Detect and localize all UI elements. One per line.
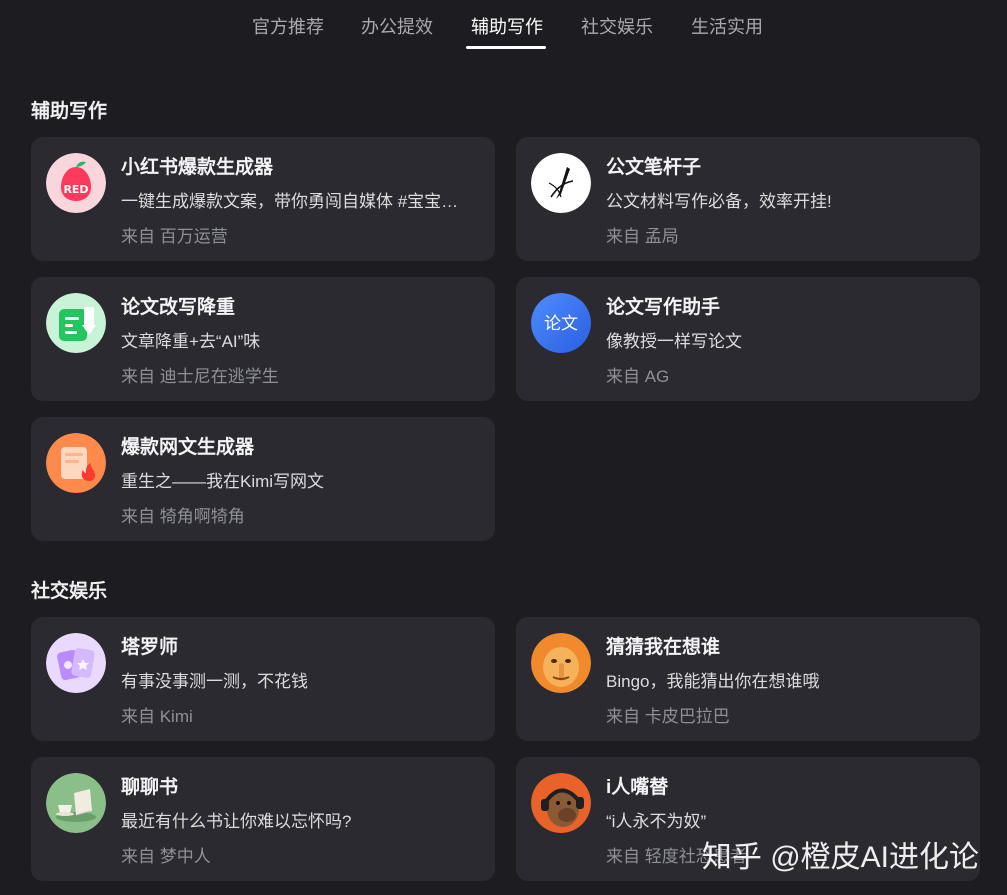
bot-name: 论文改写降重	[121, 297, 236, 318]
red-pear-icon: RED	[46, 153, 106, 213]
tab-writing[interactable]: 辅助写作	[471, 14, 543, 40]
book-teacup-icon	[46, 773, 106, 833]
bot-name: 小红书爆款生成器	[121, 157, 274, 178]
bot-description: 像教授一样写论文	[606, 332, 742, 351]
bot-description: Bingo，我能猜出你在想谁哦	[606, 672, 820, 691]
bot-description: 重生之——我在Kimi写网文	[121, 472, 325, 491]
bot-card[interactable]: 公文笔杆子 公文材料写作必备，效率开挂! 来自 孟局	[516, 137, 980, 261]
headphone-capybara-icon	[531, 773, 591, 833]
bot-source: 来自 卡皮巴拉巴	[606, 707, 730, 726]
bot-source: 来自 百万运营	[121, 227, 228, 246]
bot-name: 公文笔杆子	[606, 157, 702, 178]
tab-office[interactable]: 办公提效	[361, 14, 433, 40]
bot-description: 公文材料写作必备，效率开挂!	[606, 192, 832, 211]
bot-description: 文章降重+去“AI”味	[121, 332, 261, 351]
bot-source: 来自 AG	[606, 367, 670, 386]
active-tab-indicator	[466, 46, 546, 49]
tab-social[interactable]: 社交娱乐	[581, 14, 653, 40]
bot-card[interactable]: 论文 论文写作助手 像教授一样写论文 来自 AG	[516, 277, 980, 401]
tab-life[interactable]: 生活实用	[691, 14, 763, 40]
bot-card[interactable]: 猜猜我在想谁 Bingo，我能猜出你在想谁哦 来自 卡皮巴拉巴	[516, 617, 980, 741]
bot-card[interactable]: 塔罗师 有事没事测一测，不花钱 来自 Kimi	[31, 617, 495, 741]
bot-name: 爆款网文生成器	[121, 437, 255, 458]
watermark: 知乎 @橙皮AI进化论	[701, 841, 979, 874]
bot-name: 论文写作助手	[606, 297, 721, 318]
bot-description: 一键生成爆款文案，带你勇闯自媒体 #宝宝…	[121, 192, 459, 211]
bot-card[interactable]: 爆款网文生成器 重生之——我在Kimi写网文 来自 犄角啊犄角	[31, 417, 495, 541]
lunwen-badge-icon: 论文	[531, 293, 591, 353]
bot-source: 来自 孟局	[606, 227, 679, 246]
tarot-cards-icon	[46, 633, 106, 693]
category-tabs: 官方推荐 办公提效 辅助写作 社交娱乐 生活实用	[0, 0, 1007, 52]
bot-name: 聊聊书	[121, 777, 179, 798]
document-download-icon	[46, 293, 106, 353]
section-title-social: 社交娱乐	[31, 581, 108, 602]
bot-name: 塔罗师	[121, 637, 179, 658]
lunwen-badge-label: 论文	[544, 314, 578, 334]
bot-name: i人嘴替	[606, 777, 669, 798]
bot-source: 来自 迪士尼在逃学生	[121, 367, 279, 386]
bot-source: 来自 梦中人	[121, 847, 211, 866]
tab-official[interactable]: 官方推荐	[252, 14, 324, 40]
bot-card[interactable]: RED 小红书爆款生成器 一键生成爆款文案，带你勇闯自媒体 #宝宝… 来自 百万…	[31, 137, 495, 261]
bot-source: 来自 Kimi	[121, 707, 193, 726]
bot-name: 猜猜我在想谁	[606, 637, 721, 658]
svg-text:RED: RED	[63, 183, 88, 196]
section-title-writing: 辅助写作	[31, 101, 108, 122]
pen-nib-icon	[531, 153, 591, 213]
shush-face-icon	[531, 633, 591, 693]
bot-source: 来自 犄角啊犄角	[121, 507, 245, 526]
bot-card[interactable]: 论文改写降重 文章降重+去“AI”味 来自 迪士尼在逃学生	[31, 277, 495, 401]
bot-description: 有事没事测一测，不花钱	[121, 672, 308, 691]
bot-description: “i人永不为奴”	[606, 812, 707, 831]
book-fire-icon	[46, 433, 106, 493]
bot-description: 最近有什么书让你难以忘怀吗?	[121, 812, 352, 831]
bot-card[interactable]: 聊聊书 最近有什么书让你难以忘怀吗? 来自 梦中人	[31, 757, 495, 881]
